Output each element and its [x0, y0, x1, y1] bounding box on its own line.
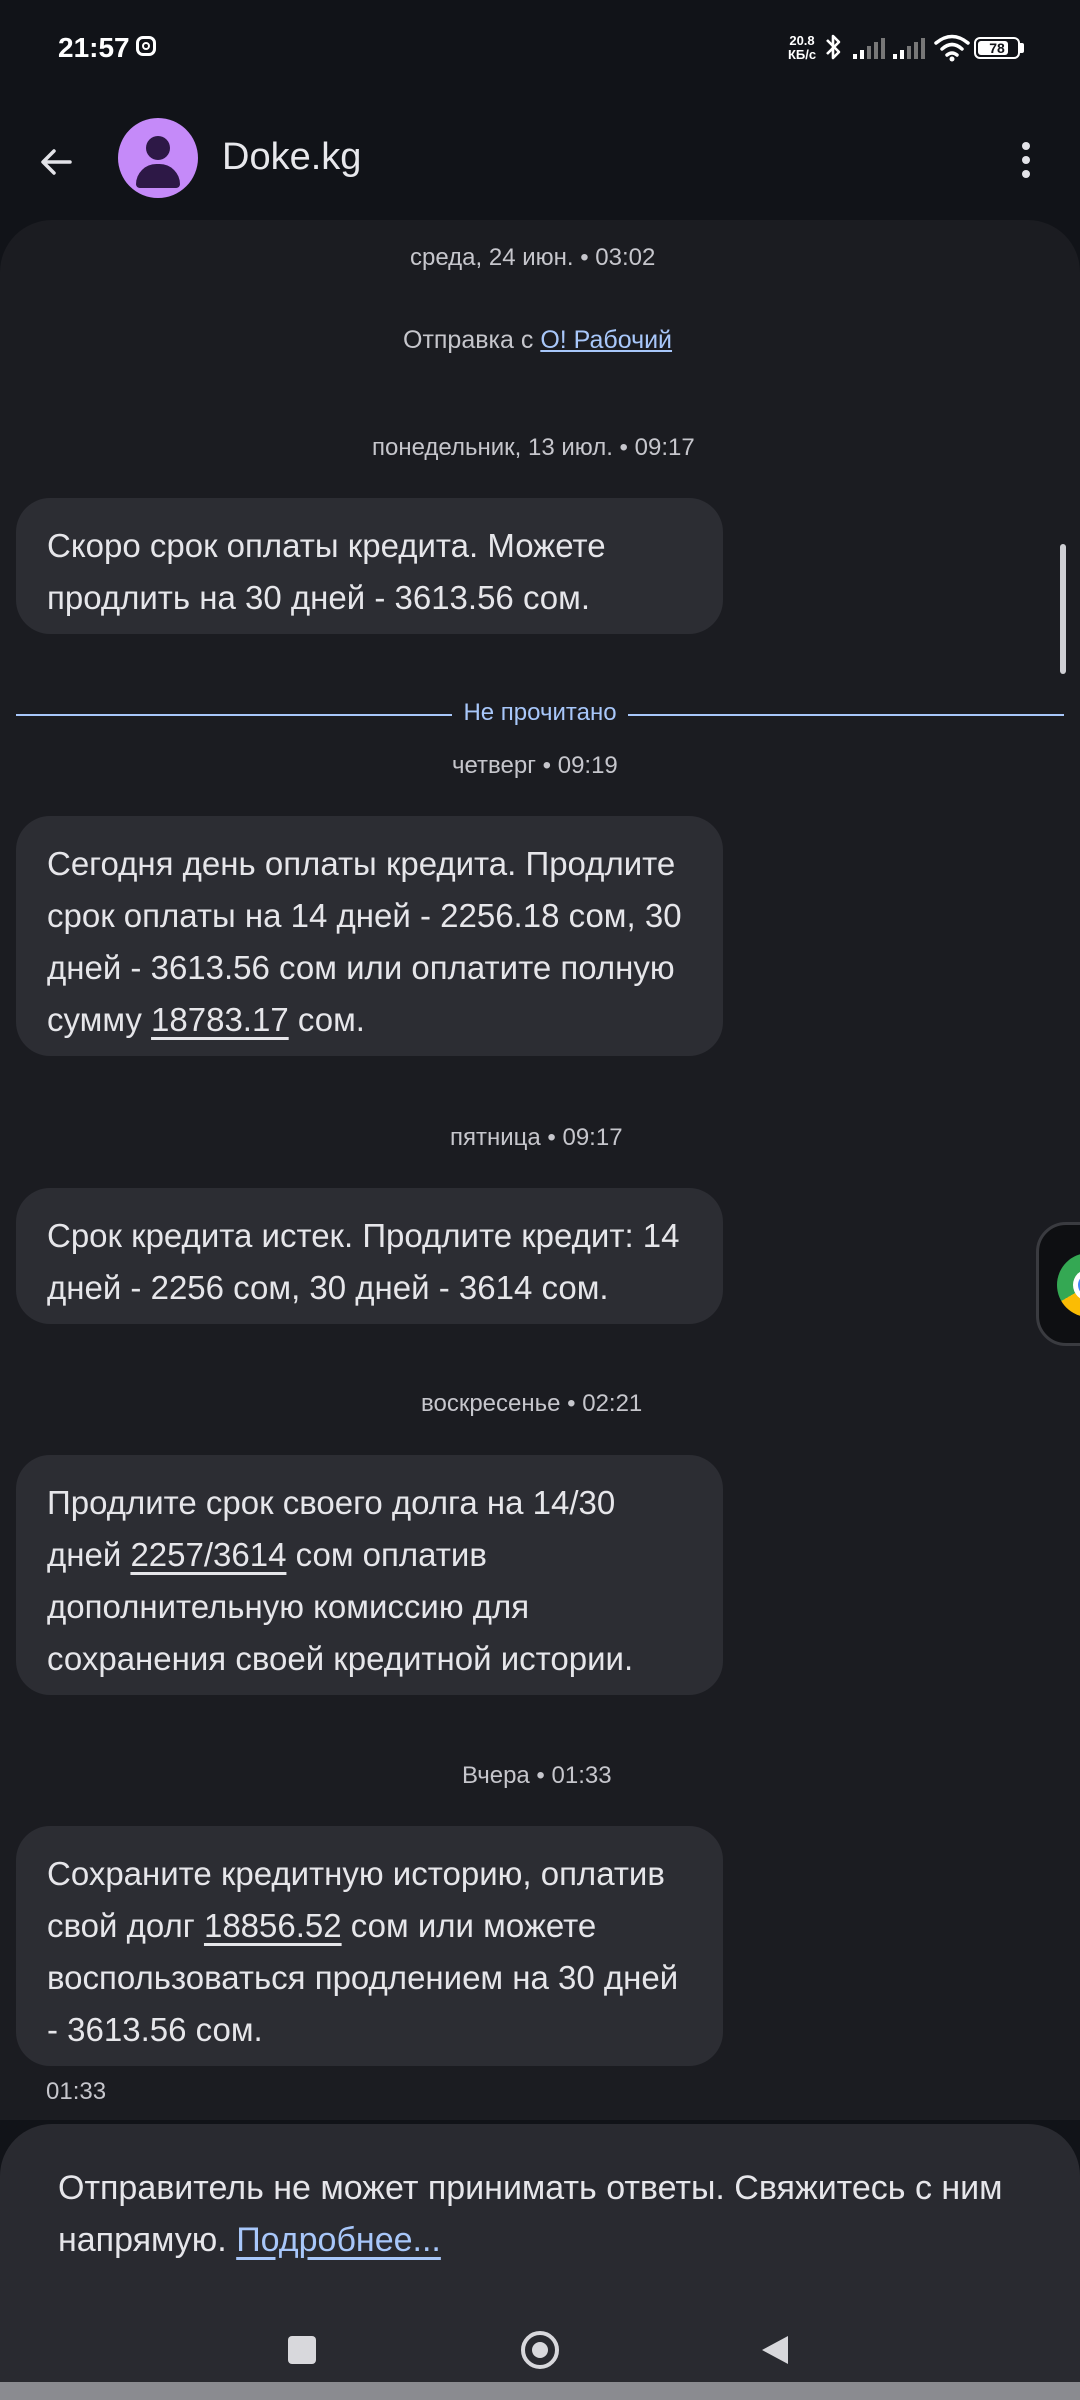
contact-avatar[interactable] [118, 118, 198, 198]
messages-screen: 21:57 20.8 КБ/с 78 Doke.kg среда, 24 июн… [0, 0, 1080, 2400]
app-bar: Doke.kg [0, 100, 1080, 220]
message-text: сом. [288, 1001, 365, 1038]
bluetooth-icon [826, 34, 841, 60]
sim-link[interactable]: О! Рабочий [540, 326, 672, 354]
amount-link[interactable]: 18783.17 [151, 1001, 289, 1038]
home-icon [532, 2342, 548, 2358]
sim-info-prefix: Отправка с [403, 326, 541, 354]
message-timestamp: четверг • 09:19 [452, 752, 618, 779]
more-options-button[interactable] [1000, 128, 1052, 192]
more-vert-dot [1022, 156, 1030, 164]
floating-chrome-bubble[interactable] [1036, 1222, 1080, 1346]
signal-sim2-icon [893, 38, 925, 59]
network-speed-unit: КБ/с [787, 47, 817, 62]
sim-info: Отправка с О! Рабочий [403, 326, 672, 355]
navigation-bar [0, 2310, 1080, 2390]
instagram-notification-icon [136, 36, 156, 56]
signal-sim1-icon [853, 38, 885, 59]
message-text: Скоро срок оплаты кредита. Можете продли… [47, 527, 606, 616]
amount-link[interactable]: 2257/3614 [130, 1536, 286, 1573]
message-timestamp: понедельник, 13 июл. • 09:17 [372, 434, 695, 461]
scrollbar[interactable] [1060, 544, 1066, 674]
message-bubble[interactable]: Продлите срок своего долга на 14/30 дней… [16, 1455, 723, 1695]
wifi-icon [934, 34, 970, 62]
back-button[interactable] [24, 130, 88, 194]
arrow-back-icon [41, 149, 72, 175]
battery-icon: 78 [974, 37, 1020, 59]
battery-level: 78 [989, 40, 1005, 56]
message-bubble[interactable]: Скоро срок оплаты кредита. Можете продли… [16, 498, 723, 634]
status-time: 21:57 [58, 32, 130, 63]
message-bubble[interactable]: Срок кредита истек. Продлите кредит: 14 … [16, 1188, 723, 1324]
message-bubble[interactable]: Сегодня день оплаты кредита. Продлите ср… [16, 816, 723, 1056]
battery-tip [1020, 43, 1024, 53]
message-text: Срок кредита истек. Продлите кредит: 14 … [47, 1217, 680, 1306]
unread-line-left [16, 714, 452, 716]
unread-line-right [628, 714, 1064, 716]
unread-label: Не прочитано [463, 699, 617, 726]
home-button[interactable] [521, 2331, 559, 2369]
timestamp-header: среда, 24 июн. • 03:02 [410, 244, 656, 271]
gesture-bar [0, 2382, 1080, 2400]
chrome-icon [1057, 1253, 1080, 1317]
message-bubble[interactable]: Сохраните кредитную историю, оплатив сво… [16, 1826, 723, 2066]
chrome-icon-center [1073, 1269, 1080, 1301]
notice-message: Отправитель не может принимать ответы. С… [58, 2169, 1003, 2259]
learn-more-link[interactable]: Подробнее... [236, 2221, 441, 2259]
more-vert-icon [1022, 142, 1030, 150]
status-bar: 21:57 20.8 КБ/с 78 [0, 0, 1080, 100]
unread-divider: Не прочитано [16, 695, 1064, 735]
message-time: 01:33 [46, 2078, 107, 2105]
message-timestamp: пятница • 09:17 [450, 1124, 623, 1151]
network-speed-value: 20.8 [789, 33, 815, 48]
person-icon-body [136, 164, 180, 188]
amount-link[interactable]: 18856.52 [204, 1907, 342, 1944]
nav-back-button[interactable] [760, 2334, 790, 2366]
more-vert-dot [1022, 170, 1030, 178]
network-speed: 20.8 КБ/с [784, 34, 820, 62]
contact-name[interactable]: Doke.kg [222, 136, 361, 179]
person-icon-head [146, 136, 170, 160]
recents-button[interactable] [288, 2336, 316, 2364]
notice-text: Отправитель не может принимать ответы. С… [58, 2162, 1038, 2266]
message-timestamp: воскресенье • 02:21 [421, 1390, 643, 1417]
message-timestamp: Вчера • 01:33 [462, 1762, 612, 1789]
